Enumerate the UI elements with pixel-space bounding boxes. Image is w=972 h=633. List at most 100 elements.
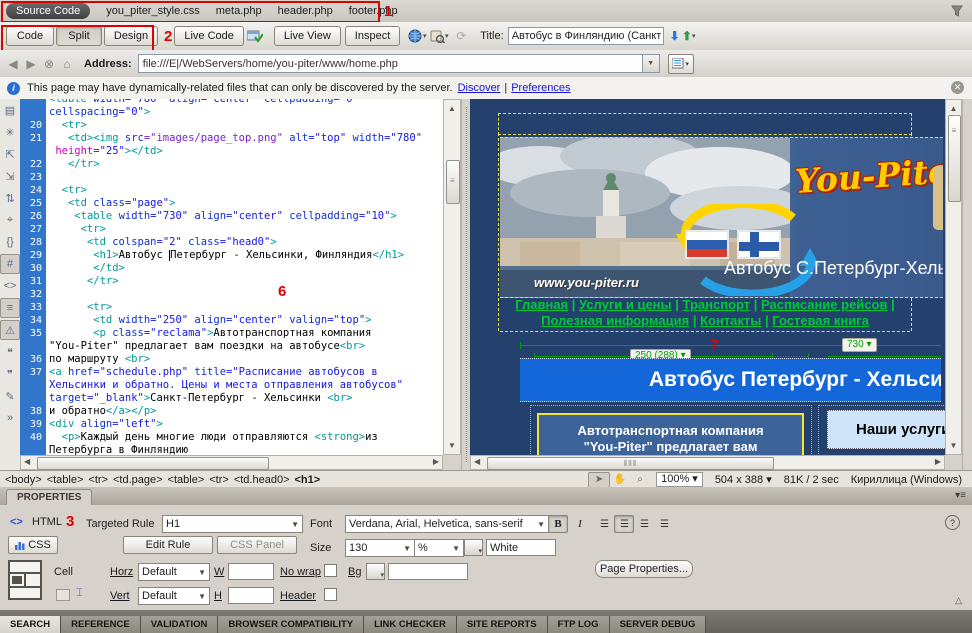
code-line[interactable]: 36по маршруту <br> xyxy=(20,353,443,366)
collapse-panel-icon[interactable]: △ xyxy=(955,595,962,606)
results-tab-reference[interactable]: REFERENCE xyxy=(61,616,141,633)
site-nav-link[interactable]: Транспорт xyxy=(683,297,751,312)
forward-icon[interactable]: ▶ xyxy=(22,57,40,71)
code-line[interactable]: Петербурга в Финляндию xyxy=(20,444,443,455)
results-tab-site-reports[interactable]: SITE REPORTS xyxy=(457,616,548,633)
size-select[interactable]: 130▼ xyxy=(345,539,415,557)
design-view[interactable]: You-Piter Автобус С.Петербург-Хельсинки … xyxy=(470,99,945,455)
tag-selector-item[interactable]: <tr> xyxy=(88,474,108,486)
column2-width-bar[interactable] xyxy=(828,356,941,357)
window-size-select[interactable]: 504 x 388 ▾ xyxy=(715,473,772,486)
address-dropdown-icon[interactable]: ▼ xyxy=(643,54,660,73)
code-vscroll-thumb[interactable]: ≡ xyxy=(446,160,460,204)
code-line[interactable]: 39<div align="left"> xyxy=(20,418,443,431)
code-line[interactable]: 29 <h1>Автобус Петербург - Хельсинки, Фи… xyxy=(20,249,443,262)
panel-menu-icon[interactable]: ▾≡ xyxy=(955,490,966,501)
code-line[interactable]: 24 <tr> xyxy=(20,184,443,197)
scroll-up-icon[interactable]: ▲ xyxy=(444,102,460,115)
services-box[interactable]: Наши услуги xyxy=(827,410,945,449)
edit-rule-button[interactable]: Edit Rule xyxy=(123,536,213,554)
scroll-down-icon[interactable]: ▼ xyxy=(444,439,460,452)
code-line[interactable]: 26 <table width="730" align="center" cel… xyxy=(20,210,443,223)
wrap-tag-icon[interactable]: ✎ xyxy=(1,385,19,407)
select-parent-tag-icon[interactable]: ⌖ xyxy=(1,209,19,231)
discover-link[interactable]: Discover xyxy=(458,82,501,94)
inspect-button[interactable]: Inspect xyxy=(345,26,400,46)
expand-all-icon[interactable]: ⇅ xyxy=(1,187,19,209)
text-color-swatch[interactable]: ▾ xyxy=(464,539,483,556)
horz-select[interactable]: Default▼ xyxy=(138,563,210,581)
code-horizontal-scrollbar[interactable]: ◀ ▶ xyxy=(20,455,443,470)
header-checkbox[interactable] xyxy=(324,588,337,601)
line-numbers-icon[interactable]: # xyxy=(0,254,20,274)
scroll-down-icon[interactable]: ▼ xyxy=(946,439,961,452)
scroll-left-icon[interactable]: ◀ xyxy=(474,457,480,466)
view-options-icon[interactable]: ▾ xyxy=(668,54,694,74)
table-width-bar[interactable] xyxy=(520,345,941,346)
format-source-code-icon[interactable]: » xyxy=(1,407,19,429)
code-line[interactable]: 21 <td><img src="images/page_top.png" al… xyxy=(20,132,443,145)
site-nav-link[interactable]: Гостевая книга xyxy=(772,313,869,328)
code-line[interactable]: <table width="780" align="center" cellpa… xyxy=(20,99,443,106)
code-line[interactable]: 25 <td class="page"> xyxy=(20,197,443,210)
show-code-navigator-icon[interactable]: ✳ xyxy=(1,121,19,143)
collapse-selection-icon[interactable]: ⇲ xyxy=(1,165,19,187)
scroll-left-icon[interactable]: ◀ xyxy=(24,457,30,466)
scroll-right-icon[interactable]: ▶ xyxy=(935,457,941,466)
design-vertical-scrollbar[interactable]: ▲ ≡ ▼ xyxy=(945,99,962,455)
tag-selector-item[interactable]: <td.page> xyxy=(113,474,163,486)
split-cell-icon[interactable]: ⌶ xyxy=(76,587,83,600)
code-line[interactable]: 20 <tr> xyxy=(20,119,443,132)
italic-button[interactable]: I xyxy=(570,515,590,533)
site-nav-link[interactable]: Полезная информация xyxy=(541,313,689,328)
live-view-button[interactable]: Live View xyxy=(274,26,341,46)
back-icon[interactable]: ◀ xyxy=(4,57,22,71)
bold-button[interactable]: B xyxy=(548,515,568,533)
align-right-button[interactable]: ☰ xyxy=(634,515,654,533)
design-horizontal-scrollbar[interactable]: ◀ ⦀⦀⦀ ▶ xyxy=(470,455,945,470)
site-nav-link[interactable]: Расписание рейсов xyxy=(761,297,887,312)
validate-markup-icon[interactable]: ▾ xyxy=(428,27,450,45)
site-nav-link[interactable]: Контакты xyxy=(700,313,761,328)
html-mode-button[interactable]: HTML xyxy=(32,516,62,528)
results-tab-search[interactable]: SEARCH xyxy=(0,616,61,633)
code-line[interactable]: 23 xyxy=(20,171,443,184)
code-hscroll-thumb[interactable] xyxy=(37,457,269,470)
css-mode-button[interactable]: CSS xyxy=(8,536,58,554)
check-browser-compatibility-icon[interactable] xyxy=(244,27,266,45)
hand-tool-icon[interactable]: ✋ xyxy=(610,473,630,487)
put-file-icon[interactable]: ⬆▾ xyxy=(678,27,700,45)
code-line[interactable]: "You-Piter" предлагает вам поездки на ав… xyxy=(20,340,443,353)
code-line[interactable]: height="25"></td> xyxy=(20,145,443,158)
results-tab-browser-compatibility[interactable]: BROWSER COMPATIBILITY xyxy=(218,616,364,633)
tag-selector-item[interactable]: <table> xyxy=(47,474,84,486)
apply-comment-icon[interactable]: ❝ xyxy=(1,341,19,363)
highlight-invalid-code-icon[interactable]: <> xyxy=(1,275,19,297)
code-line[interactable]: 40 <p>Каждый день многие люди отправляют… xyxy=(20,431,443,444)
close-icon[interactable]: ✕ xyxy=(951,81,964,94)
tag-selector-item[interactable]: <td.head0> xyxy=(234,474,290,486)
title-input[interactable]: Автобус в Финляндию (Санкт Петербург - Х… xyxy=(508,27,664,45)
no-wrap-checkbox[interactable] xyxy=(324,564,337,577)
home-icon[interactable]: ⌂ xyxy=(58,57,76,71)
vert-select[interactable]: Default▼ xyxy=(138,587,210,605)
code-line[interactable]: 33 <tr> xyxy=(20,301,443,314)
refresh-icon[interactable]: ⟳ xyxy=(450,27,472,45)
design-vscroll-thumb[interactable]: ≡ xyxy=(948,115,961,202)
results-tab-server-debug[interactable]: SERVER DEBUG xyxy=(610,616,707,633)
font-select[interactable]: Verdana, Arial, Helvetica, sans-serif▼ xyxy=(345,515,549,533)
table-width-label[interactable]: 730 ▾ xyxy=(842,338,877,352)
code-line[interactable]: 22 </tr> xyxy=(20,158,443,171)
code-line[interactable]: 38и обратно</a></p> xyxy=(20,405,443,418)
code-line[interactable]: 28 <td colspan="2" class="head0"> xyxy=(20,236,443,249)
targeted-rule-select[interactable]: H1▼ xyxy=(162,515,303,533)
html-tag-icon[interactable]: <> xyxy=(10,516,23,528)
page-heading-bar[interactable]: Автобус Петербург - Хельсинки, Финляндия xyxy=(520,358,941,402)
results-tab-link-checker[interactable]: LINK CHECKER xyxy=(364,616,457,633)
live-code-button[interactable]: Live Code xyxy=(174,26,244,46)
align-justify-button[interactable]: ☰ xyxy=(654,515,674,533)
tag-selector-item[interactable]: <body> xyxy=(5,474,42,486)
design-hscroll-thumb[interactable]: ⦀⦀⦀ xyxy=(487,457,774,470)
collapse-full-tag-icon[interactable]: ⇱ xyxy=(1,143,19,165)
preview-in-browser-icon[interactable]: ▾ xyxy=(406,27,428,45)
